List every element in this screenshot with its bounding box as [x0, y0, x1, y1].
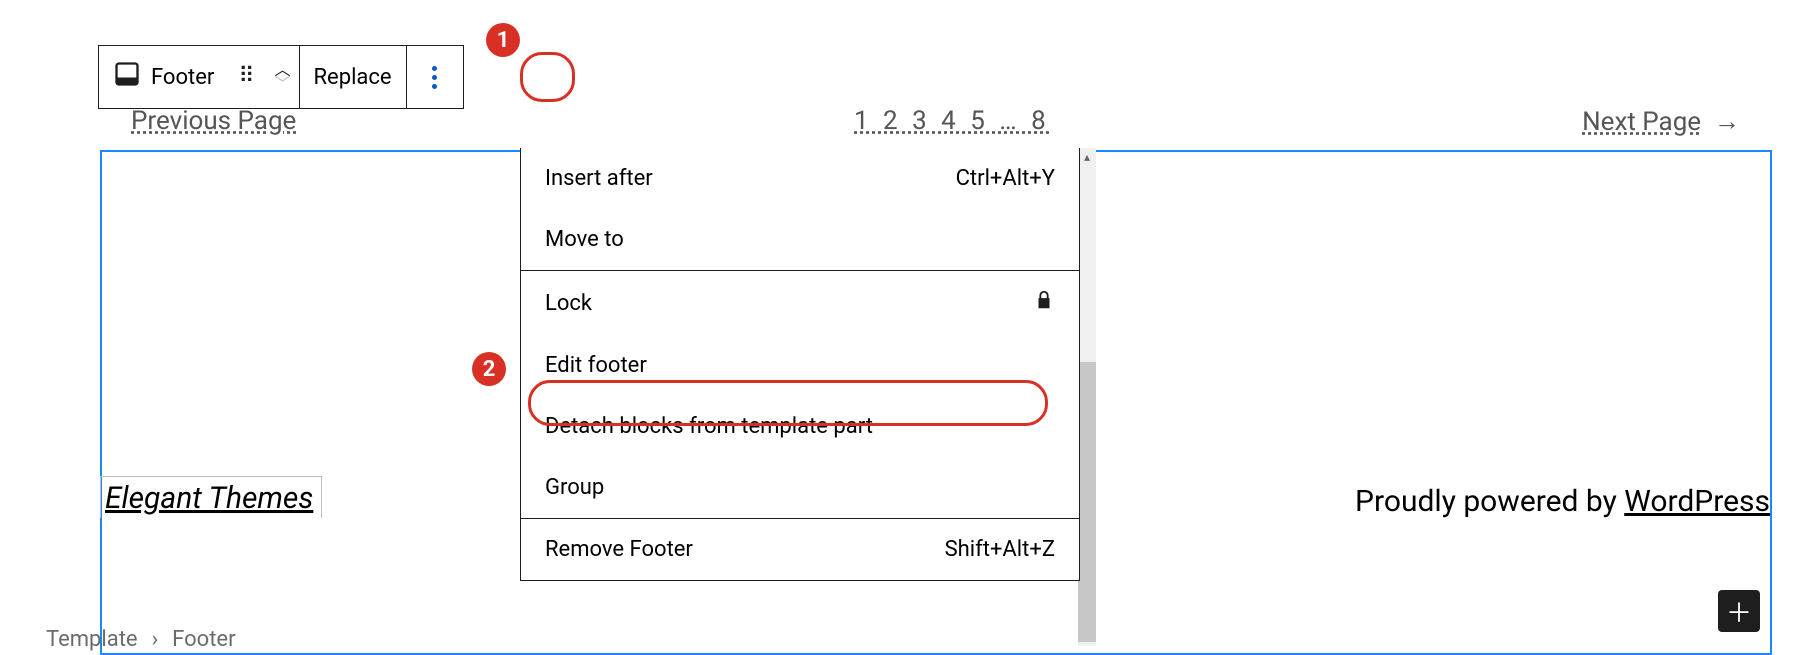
next-page-link[interactable]: Next Page →: [1582, 106, 1740, 137]
footer-credit: Proudly powered by WordPress: [1355, 484, 1770, 519]
lock-icon: [1033, 289, 1055, 317]
menu-item-detach[interactable]: Detach blocks from template part: [521, 396, 1079, 457]
drag-handle[interactable]: ⠿: [228, 46, 266, 108]
breadcrumb-root[interactable]: Template: [46, 627, 138, 652]
chevron-right-icon: ›: [152, 627, 159, 652]
move-down-button[interactable]: ﹀: [274, 77, 290, 91]
scrollbar-thumb[interactable]: [1078, 362, 1096, 642]
menu-item-insert-after[interactable]: Insert after Ctrl+Alt+Y: [521, 148, 1079, 209]
pagination-numbers[interactable]: 1 2 3 4 5 … 8: [854, 106, 1050, 136]
add-block-button[interactable]: ＋: [1718, 590, 1760, 632]
block-type-button[interactable]: Footer: [99, 46, 228, 108]
menu-item-edit-footer[interactable]: Edit footer: [521, 335, 1079, 396]
shortcut-text: Shift+Alt+Z: [945, 537, 1055, 562]
move-up-down: ︿ ﹀: [266, 63, 298, 91]
breadcrumb-leaf[interactable]: Footer: [172, 627, 235, 652]
arrow-right-icon: →: [1714, 107, 1740, 137]
more-options-button[interactable]: [407, 46, 463, 108]
block-toolbar: Footer ⠿ ︿ ﹀ Replace: [98, 45, 464, 109]
plus-icon: ＋: [1726, 593, 1752, 630]
annotation-ring-1: [520, 52, 575, 102]
footer-block-icon: [113, 60, 141, 94]
shortcut-text: Ctrl+Alt+Y: [956, 166, 1055, 191]
menu-item-remove-footer[interactable]: Remove Footer Shift+Alt+Z: [521, 519, 1079, 580]
replace-label: Replace: [314, 65, 392, 90]
replace-button[interactable]: Replace: [300, 46, 406, 108]
kebab-icon: [432, 66, 437, 89]
annotation-badge-2: 2: [472, 352, 506, 386]
menu-item-lock[interactable]: Lock: [521, 271, 1079, 335]
menu-scrollbar[interactable]: ▴: [1078, 148, 1096, 646]
wordpress-link[interactable]: WordPress: [1624, 484, 1770, 519]
menu-item-group[interactable]: Group: [521, 457, 1079, 518]
block-options-menu: Insert after Ctrl+Alt+Y Move to Lock Edi…: [520, 148, 1080, 581]
scroll-up-arrow[interactable]: ▴: [1078, 148, 1096, 166]
block-type-label: Footer: [151, 65, 214, 90]
previous-page-link[interactable]: Previous Page: [131, 106, 296, 136]
annotation-badge-1: 1: [486, 23, 520, 57]
menu-item-move-to[interactable]: Move to: [521, 209, 1079, 270]
breadcrumb: Template › Footer: [46, 627, 236, 652]
site-title-link[interactable]: Elegant Themes: [100, 476, 322, 518]
drag-icon: ⠿: [236, 72, 258, 82]
